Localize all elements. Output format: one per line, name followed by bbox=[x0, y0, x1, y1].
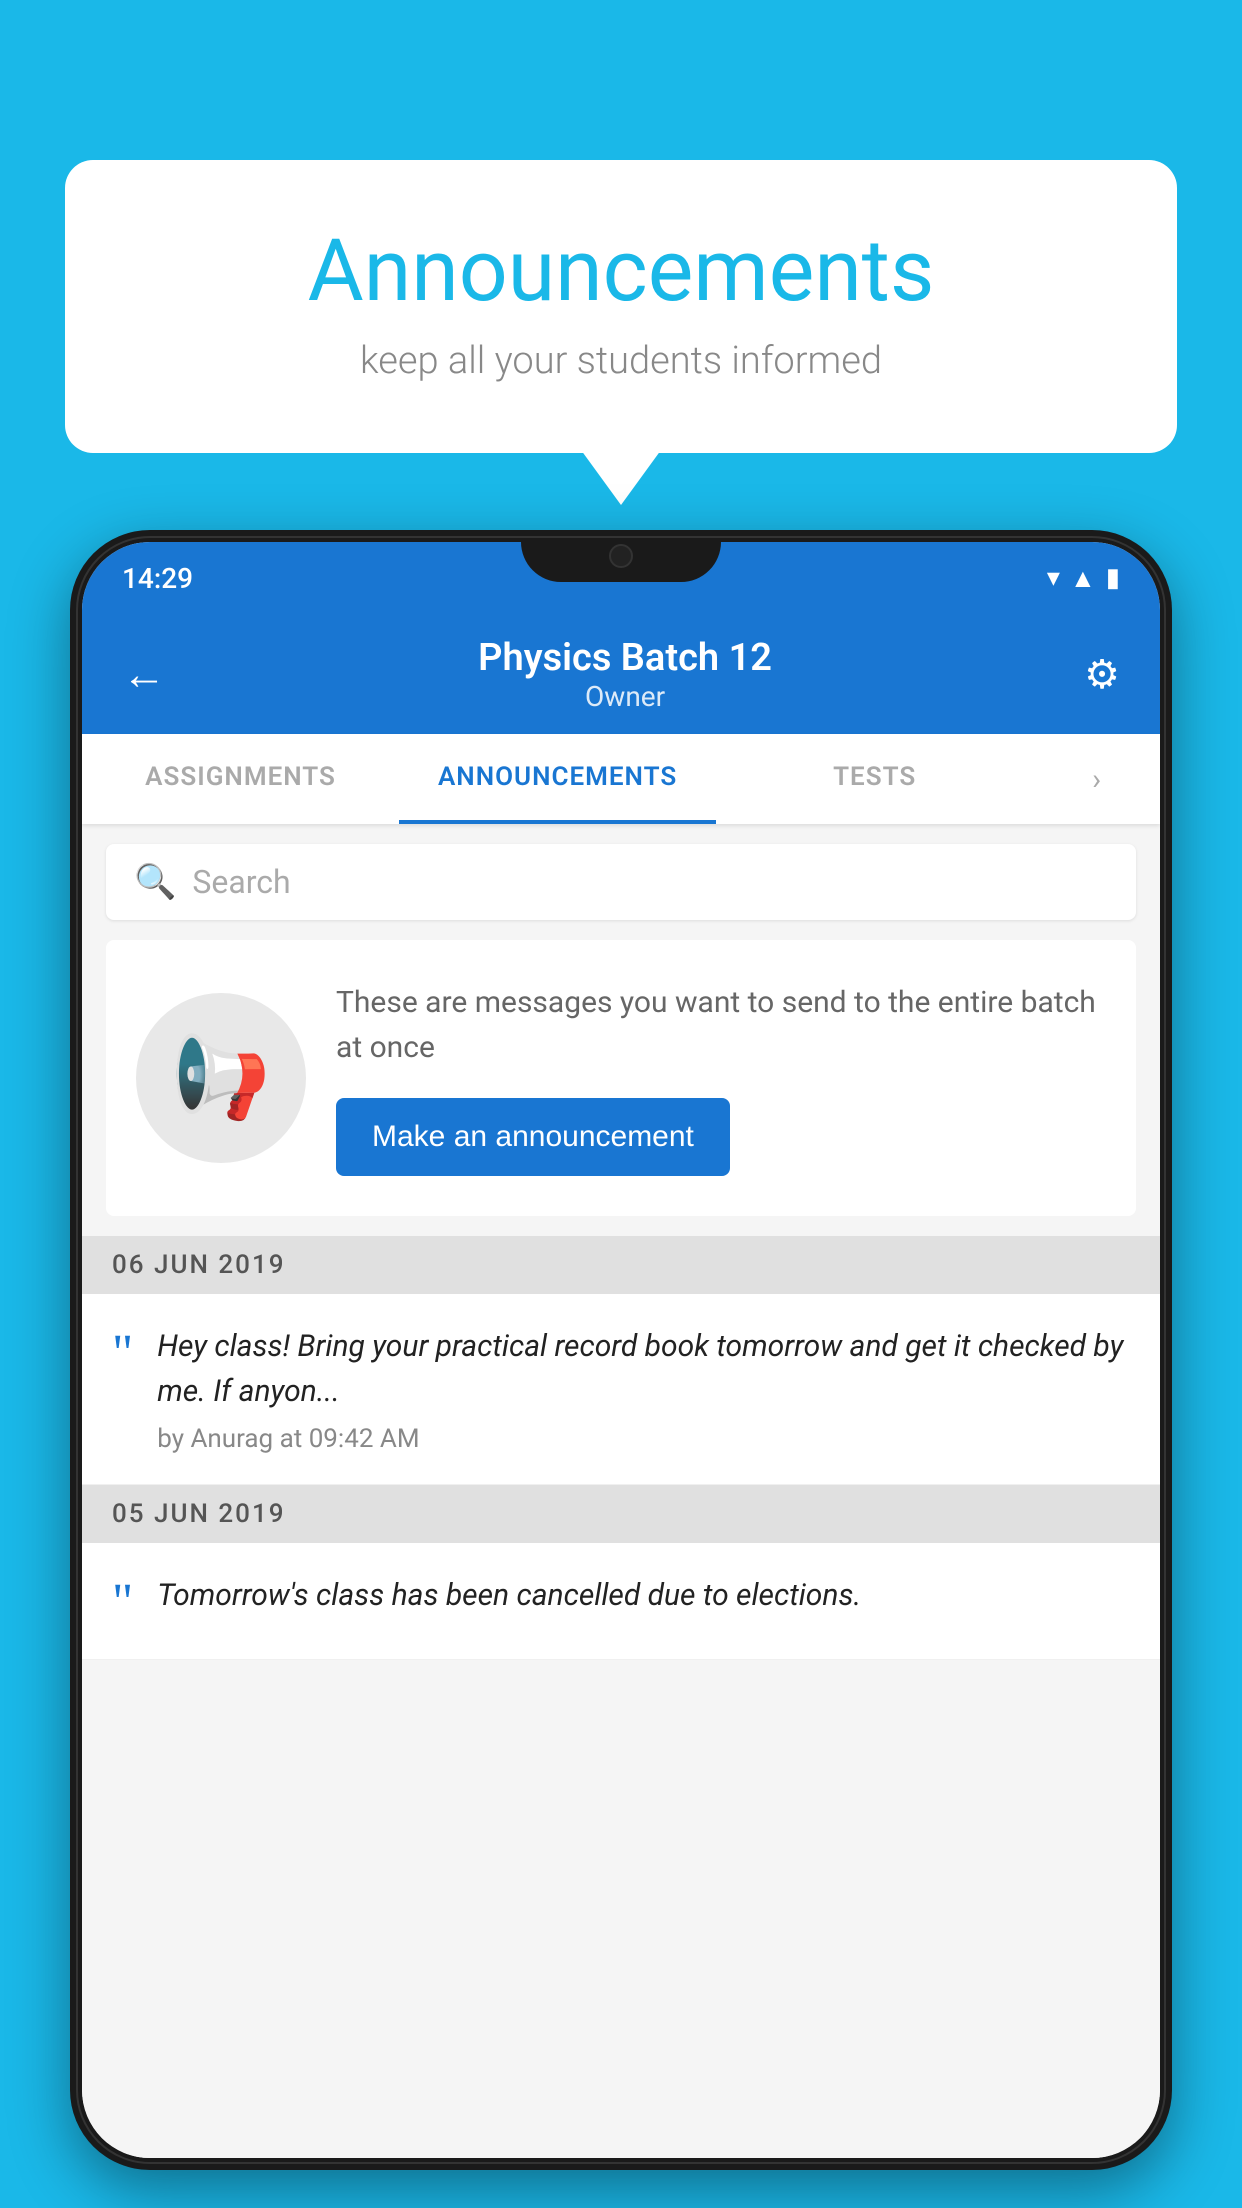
bubble-subtitle: keep all your students informed bbox=[145, 339, 1097, 383]
empty-state: 📢 These are messages you want to send to… bbox=[106, 940, 1136, 1216]
content-area: 🔍 Search 📢 These are messages you want t… bbox=[82, 824, 1160, 2158]
announcement-icon-circle: 📢 bbox=[136, 993, 306, 1163]
announcement-body-1: Hey class! Bring your practical record b… bbox=[157, 1324, 1130, 1414]
quote-icon-2: " bbox=[112, 1577, 133, 1629]
app-bar-subtitle: Owner bbox=[478, 680, 772, 713]
tab-more[interactable]: › bbox=[1033, 734, 1160, 824]
tab-tests[interactable]: TESTS bbox=[716, 734, 1033, 824]
empty-state-content: These are messages you want to send to t… bbox=[336, 980, 1106, 1176]
search-bar[interactable]: 🔍 Search bbox=[106, 844, 1136, 920]
signal-icon: ▲ bbox=[1070, 563, 1096, 594]
tab-announcements[interactable]: ANNOUNCEMENTS bbox=[399, 734, 716, 824]
empty-state-description: These are messages you want to send to t… bbox=[336, 980, 1106, 1070]
tabs-bar: ASSIGNMENTS ANNOUNCEMENTS TESTS › bbox=[82, 734, 1160, 824]
status-time: 14:29 bbox=[122, 562, 193, 595]
announcement-item-1[interactable]: " Hey class! Bring your practical record… bbox=[82, 1294, 1160, 1485]
front-camera bbox=[609, 544, 633, 568]
settings-icon[interactable]: ⚙ bbox=[1084, 651, 1120, 698]
make-announcement-button[interactable]: Make an announcement bbox=[336, 1098, 730, 1176]
search-placeholder: Search bbox=[192, 863, 290, 901]
announcement-text-1: Hey class! Bring your practical record b… bbox=[157, 1324, 1130, 1454]
quote-icon-1: " bbox=[112, 1328, 133, 1380]
announcement-body-2: Tomorrow's class has been cancelled due … bbox=[157, 1573, 1130, 1618]
search-icon: 🔍 bbox=[134, 862, 176, 902]
phone: 14:29 ▾ ▲ ▮ ← Physics Batch 12 Owner ⚙ bbox=[70, 530, 1172, 2170]
date-divider-2: 05 JUN 2019 bbox=[82, 1485, 1160, 1543]
date-divider-1: 06 JUN 2019 bbox=[82, 1236, 1160, 1294]
announcement-meta-1: by Anurag at 09:42 AM bbox=[157, 1424, 1130, 1454]
phone-screen: 14:29 ▾ ▲ ▮ ← Physics Batch 12 Owner ⚙ bbox=[82, 542, 1160, 2158]
battery-icon: ▮ bbox=[1106, 563, 1120, 593]
status-icons: ▾ ▲ ▮ bbox=[1047, 563, 1120, 594]
speech-bubble: Announcements keep all your students inf… bbox=[65, 160, 1177, 453]
megaphone-icon: 📢 bbox=[171, 1031, 271, 1125]
notch bbox=[521, 530, 721, 582]
app-bar-title: Physics Batch 12 bbox=[478, 636, 772, 680]
tab-assignments[interactable]: ASSIGNMENTS bbox=[82, 734, 399, 824]
wifi-icon: ▾ bbox=[1047, 563, 1060, 593]
announcement-text-2: Tomorrow's class has been cancelled due … bbox=[157, 1573, 1130, 1628]
app-bar-center: Physics Batch 12 Owner bbox=[478, 636, 772, 713]
back-button[interactable]: ← bbox=[122, 648, 166, 700]
announcement-item-2[interactable]: " Tomorrow's class has been cancelled du… bbox=[82, 1543, 1160, 1660]
app-bar: ← Physics Batch 12 Owner ⚙ bbox=[82, 614, 1160, 734]
speech-bubble-section: Announcements keep all your students inf… bbox=[65, 160, 1177, 453]
bubble-title: Announcements bbox=[145, 220, 1097, 321]
phone-container: 14:29 ▾ ▲ ▮ ← Physics Batch 12 Owner ⚙ bbox=[70, 530, 1172, 2208]
